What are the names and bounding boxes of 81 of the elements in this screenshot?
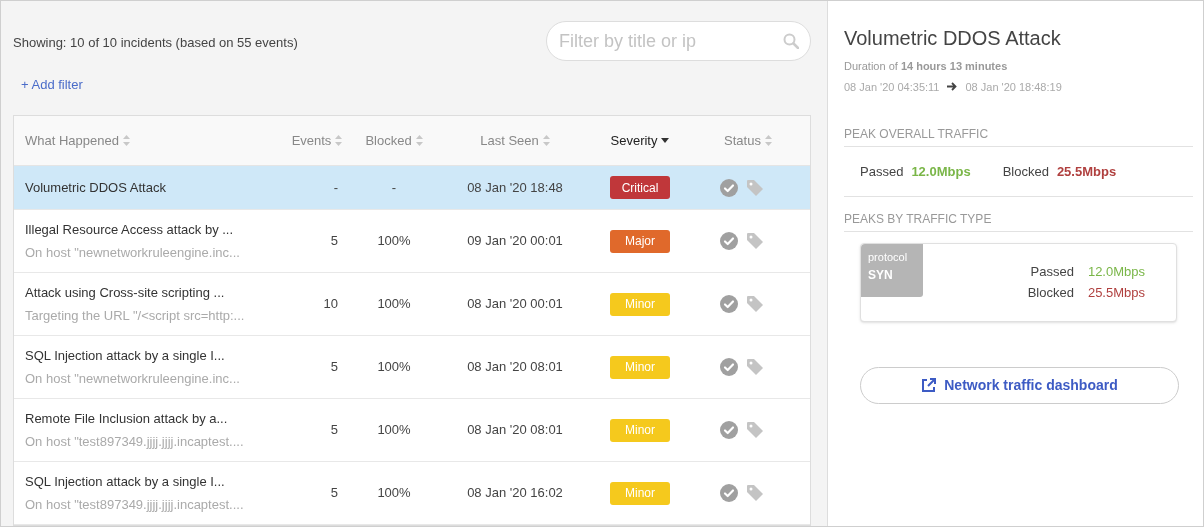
check-circle-icon[interactable]: [720, 421, 738, 439]
check-circle-icon[interactable]: [720, 484, 738, 502]
last-seen-time: 08 Jan '20 08:01: [467, 421, 563, 440]
incident-row[interactable]: Volumetric DDOS Attack - - 08 Jan '20 18:48 Critical: [14, 166, 810, 210]
incident-subtitle: On host "test897349.jjjj.jjjj.incaptest....: [25, 432, 245, 451]
check-circle-icon[interactable]: [720, 358, 738, 376]
tag-icon[interactable]: [746, 232, 764, 250]
protocol-label: protocol: [868, 250, 909, 265]
end-time: 08 Jan '20 18:48:19: [965, 79, 1062, 95]
blocked-percent: 100%: [377, 358, 411, 377]
events-count: 10: [323, 295, 338, 314]
tag-icon[interactable]: [746, 484, 764, 502]
last-seen-time: 08 Jan '20 18:48: [467, 178, 563, 197]
search-icon: [783, 33, 799, 49]
blocked-percent: 100%: [377, 232, 411, 251]
incident-title: SQL Injection attack by a single I...: [25, 473, 226, 491]
column-header[interactable]: Status: [724, 130, 772, 151]
sort-icon: [335, 135, 343, 146]
passed-label: Passed: [1029, 263, 1074, 281]
sort-icon: [542, 135, 550, 146]
tag-icon[interactable]: [746, 358, 764, 376]
last-seen-time: 08 Jan '20 16:02: [467, 484, 563, 503]
severity-badge: Major: [610, 229, 670, 253]
caret-icon: [661, 138, 670, 143]
blocked-label: Blocked: [1027, 284, 1074, 302]
passed-label: Passed: [860, 162, 904, 181]
search-field[interactable]: Filter by title or ip: [546, 21, 811, 61]
last-seen-time: 08 Jan '20 08:01: [467, 358, 563, 377]
column-header[interactable]: Severity: [610, 130, 670, 151]
blocked-percent: 100%: [377, 295, 411, 314]
column-header[interactable]: What Happened: [25, 130, 130, 151]
column-header[interactable]: Last Seen: [480, 130, 550, 151]
events-count: 5: [330, 232, 338, 251]
start-time: 08 Jan '20 04:35:11: [844, 79, 940, 95]
incident-summary: Showing: 10 of 10 incidents (based on 55 events): [13, 34, 298, 52]
sort-icon: [415, 135, 423, 146]
incident-subtitle: Targeting the URL "/<script src=http:...: [25, 306, 246, 325]
events-count: 5: [330, 484, 338, 503]
incident-title: Illegal Resource Access attack by ...: [25, 221, 235, 239]
blocked-value: 25.5Mbps: [1087, 284, 1145, 302]
blocked-percent: -: [391, 178, 397, 197]
tag-icon[interactable]: [746, 178, 764, 197]
blocked-percent: 100%: [377, 484, 411, 503]
section-heading: PEAKS BY TRAFFIC TYPE: [844, 210, 1193, 232]
passed-value: 12.0Mbps: [1087, 263, 1145, 281]
severity-badge: Minor: [610, 355, 670, 379]
incident-title: Volumetric DDOS Attack: [25, 178, 167, 197]
check-circle-icon[interactable]: [720, 232, 738, 250]
blocked-percent: 100%: [377, 421, 411, 440]
protocol-name: SYN: [868, 266, 894, 284]
check-circle-icon[interactable]: [720, 178, 738, 197]
tag-icon[interactable]: [746, 295, 764, 313]
severity-badge: Minor: [610, 292, 670, 316]
events-count: 5: [330, 421, 338, 440]
section-heading: PEAK OVERALL TRAFFIC: [844, 125, 1193, 147]
incident-title: SQL Injection attack by a single I...: [25, 347, 226, 365]
blocked-label: Blocked: [1002, 162, 1049, 181]
severity-badge: Minor: [610, 418, 670, 442]
dashboard-button[interactable]: Network traffic dashboard: [860, 367, 1179, 404]
severity-badge: Critical: [610, 176, 670, 199]
tag-icon[interactable]: [746, 421, 764, 439]
sort-icon: [764, 135, 772, 146]
detail-title: Volumetric DDOS Attack: [844, 26, 1062, 51]
blocked-value: 25.5Mbps: [1056, 162, 1117, 181]
severity-badge: Minor: [610, 481, 670, 505]
incident-title: Remote File Inclusion attack by a...: [25, 410, 229, 428]
sort-icon: [122, 135, 130, 146]
duration-text: Duration of 14 hours 13 minutes: [844, 59, 1009, 74]
incident-title: Attack using Cross-site scripting ...: [25, 284, 226, 302]
incident-subtitle: On host "test897349.jjjj.jjjj.incaptest....: [25, 495, 245, 514]
incident-subtitle: On host "newnetworkruleengine.inc...: [25, 243, 241, 262]
last-seen-time: 09 Jan '20 00:01: [467, 232, 563, 251]
last-seen-time: 08 Jan '20 00:01: [467, 295, 563, 314]
check-circle-icon[interactable]: [720, 295, 738, 313]
events-count: 5: [330, 358, 338, 377]
events-count: -: [333, 178, 338, 197]
arrow-right-icon: [947, 82, 958, 92]
external-link-icon: [921, 378, 937, 393]
add-filter-link[interactable]: + Add filter: [21, 74, 298, 94]
incident-subtitle: On host "newnetworkruleengine.inc...: [25, 369, 241, 388]
passed-value: 12.0Mbps: [911, 162, 971, 181]
